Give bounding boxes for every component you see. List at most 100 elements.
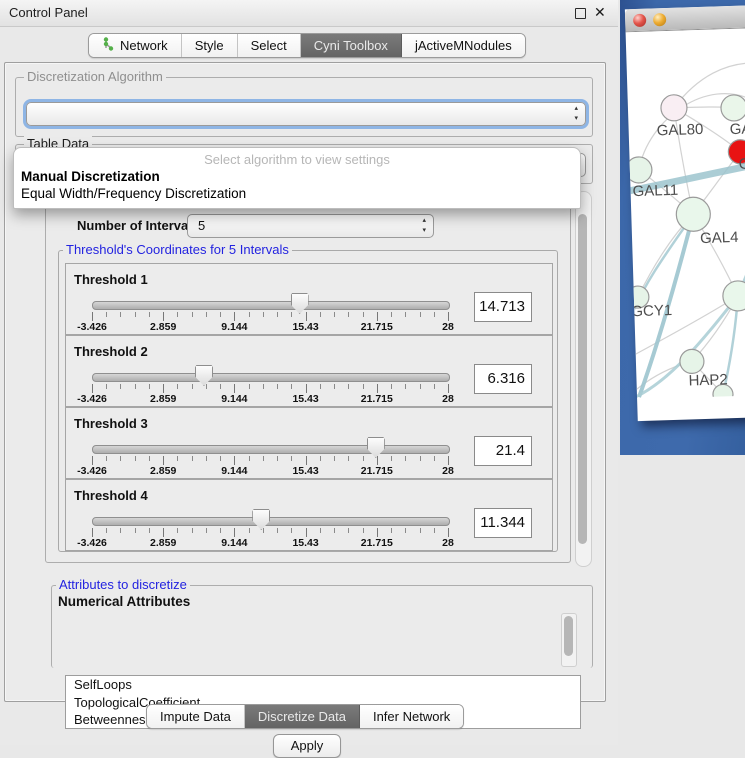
tick-label: 15.43: [292, 537, 318, 549]
threshold-value-field[interactable]: 6.316: [474, 364, 532, 394]
tick-label: 2.859: [150, 465, 176, 477]
panel-title: Control Panel: [9, 5, 88, 20]
network-node-gal4[interactable]: [676, 197, 711, 232]
tab-label: Style: [195, 38, 224, 53]
tick-label: 21.715: [361, 393, 393, 405]
threshold-value-field[interactable]: 21.4: [474, 436, 532, 466]
algorithm-dropdown-popup: Select algorithm to view settings Manual…: [13, 147, 581, 209]
control-panel: Control Panel ✕ Network Style Select Cyni T…: [0, 0, 618, 745]
tab-label: jActiveMNodules: [415, 38, 512, 53]
threshold-value-field[interactable]: 11.344: [474, 508, 532, 538]
close-traffic-light-icon[interactable]: [633, 13, 646, 26]
tick-label: -3.426: [77, 393, 107, 405]
node-label-partial: C: [739, 155, 745, 172]
minimize-traffic-light-icon[interactable]: [653, 13, 666, 26]
tick-label: 9.144: [221, 465, 247, 477]
tick-label: 28: [442, 537, 454, 549]
node-label: GAL80: [656, 121, 703, 139]
tick-label: 9.144: [221, 393, 247, 405]
threshold-row-4: Threshold 4-3.4262.8599.14415.4321.71528…: [65, 479, 553, 551]
tab-network[interactable]: Network: [89, 34, 182, 57]
tab-label: Infer Network: [373, 709, 450, 724]
number-of-intervals-combobox[interactable]: 5 ▴▾: [187, 214, 434, 238]
tick-label: 28: [442, 465, 454, 477]
tick-label: 2.859: [150, 393, 176, 405]
slider-thumb[interactable]: [291, 293, 309, 314]
threshold-row-1: Threshold 1-3.4262.8599.14415.4321.71528…: [65, 263, 553, 335]
tick-label: 15.43: [292, 393, 318, 405]
zoom-traffic-light-icon[interactable]: [673, 12, 686, 25]
node-label: HAP2: [688, 371, 728, 389]
top-tab-bar: Network Style Select Cyni Toolbox jActiveMNo…: [88, 33, 526, 58]
tick-label: 2.859: [150, 321, 176, 333]
tab-label: Impute Data: [160, 709, 231, 724]
tab-style[interactable]: Style: [182, 34, 238, 57]
tick-label: 15.43: [292, 465, 318, 477]
float-window-icon[interactable]: [575, 8, 586, 19]
tick-label: 15.43: [292, 321, 318, 333]
threshold-row-3: Threshold 3-3.4262.8599.14415.4321.71528…: [65, 407, 553, 479]
tab-infer-network[interactable]: Infer Network: [360, 705, 463, 728]
slider-thumb[interactable]: [367, 437, 385, 458]
tick-label: 21.715: [361, 465, 393, 477]
group-title: Attributes to discretize: [56, 577, 190, 592]
number-of-intervals-label: Number of Intervals: [77, 218, 199, 233]
tab-label: Network: [120, 38, 168, 53]
apply-button[interactable]: Apply: [273, 734, 341, 758]
tab-jactivemnodules[interactable]: jActiveMNodules: [402, 34, 525, 57]
tab-impute-data[interactable]: Impute Data: [147, 705, 245, 728]
threshold-slider[interactable]: -3.4262.8599.14415.4321.71528: [92, 264, 450, 334]
node-label: GAL4: [700, 229, 739, 247]
tab-discretize-data[interactable]: Discretize Data: [245, 705, 360, 728]
threshold-slider[interactable]: -3.4262.8599.14415.4321.71528: [92, 408, 450, 478]
tick-label: -3.426: [77, 465, 107, 477]
tab-label: Select: [251, 38, 287, 53]
dropdown-option-equal-width-frequency[interactable]: Equal Width/Frequency Discretization: [21, 186, 246, 201]
algorithm-combobox[interactable]: ▴▾: [26, 102, 586, 126]
network-graph: GAL80GAL11GAL4GCY1HHAP2GAC: [625, 5, 745, 399]
discretization-algorithm-group: Discretization Algorithm ▴▾: [15, 77, 593, 137]
tick-label: 28: [442, 393, 454, 405]
numerical-attributes-label: Numerical Attributes: [58, 594, 190, 609]
bottom-tab-bar: Impute Data Discretize Data Infer Network: [146, 704, 464, 729]
network-node[interactable]: [721, 95, 745, 122]
spinner-icon: ▴▾: [422, 216, 426, 236]
attribute-list-item[interactable]: SelfLoops: [66, 676, 580, 694]
thresholds-group: Threshold's Coordinates for 5 Intervals …: [58, 250, 558, 552]
tab-select[interactable]: Select: [238, 34, 301, 57]
panel-titlebar: Control Panel ✕: [0, 0, 618, 27]
dropdown-option-manual-discretization[interactable]: Manual Discretization: [21, 169, 160, 184]
dropdown-placeholder: Select algorithm to view settings: [14, 152, 580, 167]
network-icon: [102, 37, 115, 54]
interval-definition-group: Interval Definition Number of Intervals …: [45, 197, 571, 563]
tick-label: 21.715: [361, 321, 393, 333]
tick-label: 9.144: [221, 537, 247, 549]
tick-label: 9.144: [221, 321, 247, 333]
tab-label: Discretize Data: [258, 709, 346, 724]
network-node-h[interactable]: [722, 280, 745, 311]
settings-vertical-scrollbar[interactable]: [575, 191, 592, 567]
network-node-gal80[interactable]: [661, 94, 688, 121]
mac-window-titlebar: [625, 5, 745, 32]
tick-label: -3.426: [77, 321, 107, 333]
slider-thumb[interactable]: [252, 509, 270, 530]
slider-thumb[interactable]: [195, 365, 213, 386]
tab-label: Cyni Toolbox: [314, 38, 388, 53]
threshold-slider[interactable]: -3.4262.8599.14415.4321.71528: [92, 336, 450, 406]
network-node-hap2[interactable]: [680, 349, 705, 374]
tab-cyni-toolbox[interactable]: Cyni Toolbox: [301, 34, 402, 57]
threshold-slider[interactable]: -3.4262.8599.14415.4321.71528: [92, 480, 450, 550]
attributes-list-scrollbar[interactable]: [561, 613, 577, 667]
threshold-row-2: Threshold 2-3.4262.8599.14415.4321.71528…: [65, 335, 553, 407]
network-node-gal11[interactable]: [625, 157, 652, 184]
threshold-value-field[interactable]: 14.713: [474, 292, 532, 322]
right-side: GAL80GAL11GAL4GCY1HHAP2GAC Table Panel ⚙…: [620, 0, 745, 745]
settings-panel: Discretization Algorithm ▴▾ Select algor…: [4, 62, 606, 702]
group-title: Discretization Algorithm: [24, 69, 166, 84]
tick-label: -3.426: [77, 537, 107, 549]
tick-label: 28: [442, 321, 454, 333]
node-label: GAL11: [632, 182, 678, 200]
network-canvas[interactable]: GAL80GAL11GAL4GCY1HHAP2GAC: [625, 5, 745, 404]
tick-label: 2.859: [150, 537, 176, 549]
close-icon[interactable]: ✕: [594, 4, 606, 21]
